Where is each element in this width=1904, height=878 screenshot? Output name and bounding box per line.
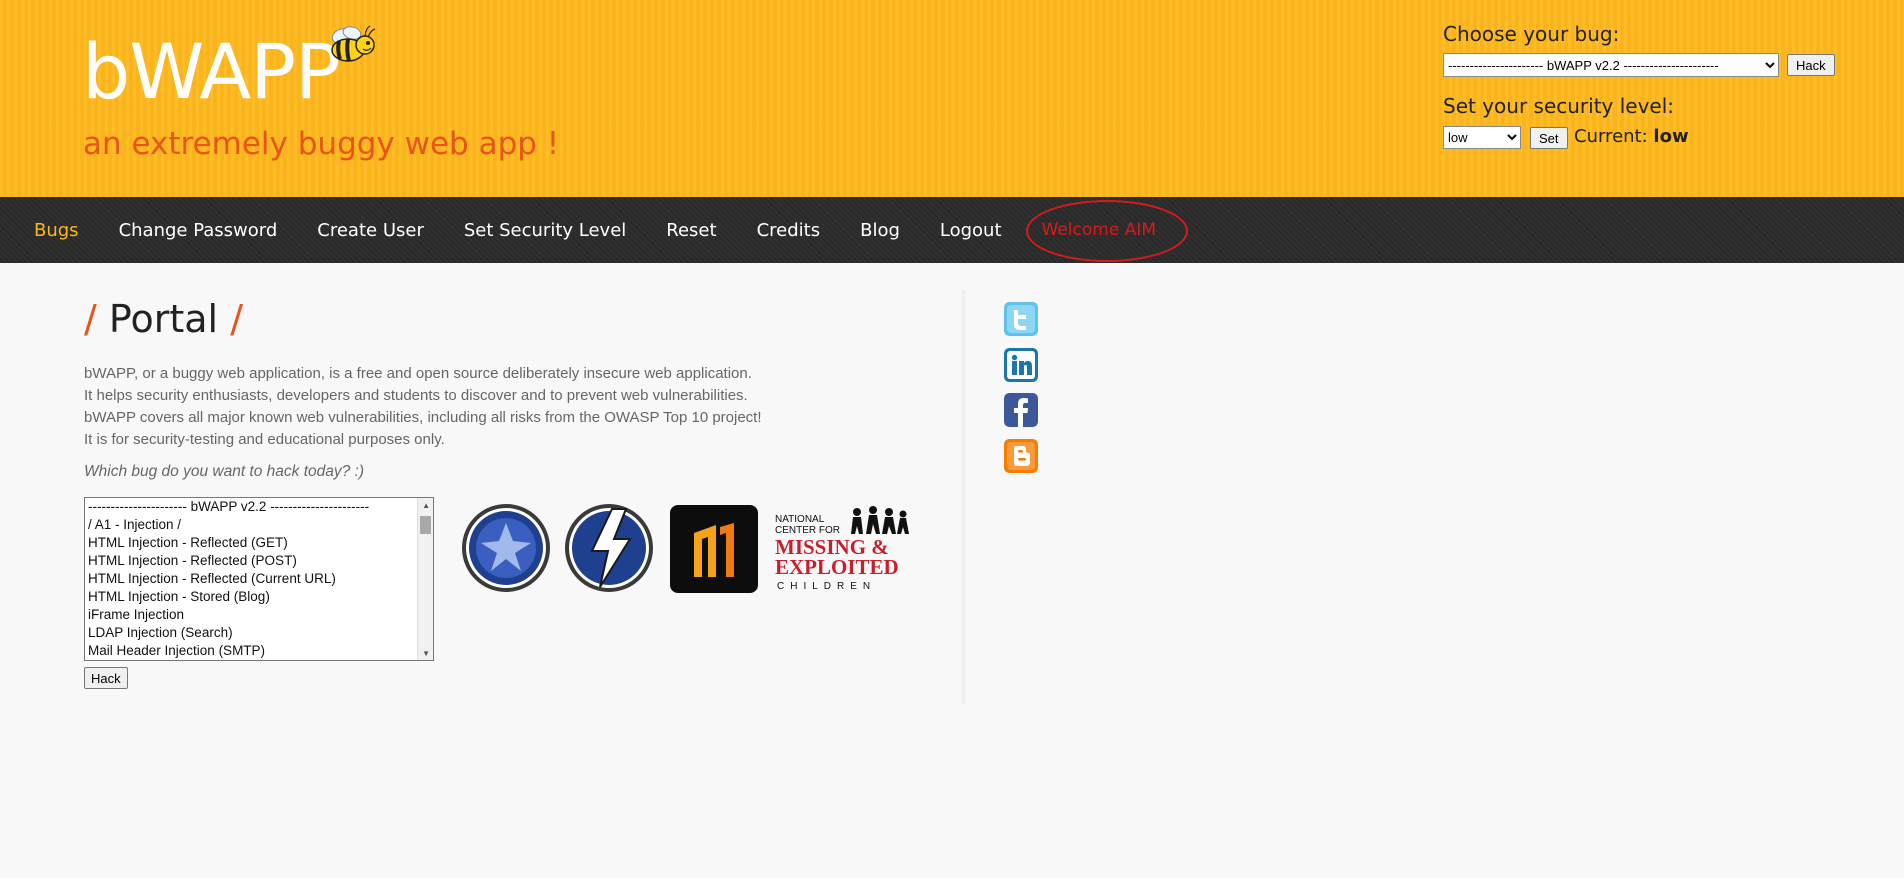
- twitter-icon[interactable]: [1004, 302, 1038, 336]
- bug-listbox[interactable]: ---------------------- bWAPP v2.2 ------…: [84, 497, 434, 661]
- ncmec-logo-icon[interactable]: NATIONAL CENTER FOR MISSING & EXPLOITED …: [775, 502, 919, 594]
- app-logo[interactable]: bWAPP: [82, 34, 341, 110]
- bee-icon: [331, 25, 376, 62]
- choose-bug-label: Choose your bug:: [1443, 22, 1620, 46]
- linkedin-icon[interactable]: [1004, 348, 1038, 382]
- bug-option[interactable]: / A1 - Injection /: [85, 516, 433, 534]
- facebook-icon[interactable]: [1004, 393, 1038, 427]
- ncmec-line4: EXPLOITED: [775, 555, 899, 579]
- bug-option[interactable]: HTML Injection - Stored (Blog): [85, 588, 433, 606]
- page-title: / Portal /: [84, 297, 964, 341]
- ncmec-line5: CHILDREN: [777, 581, 876, 592]
- nav-item-bugs[interactable]: Bugs: [34, 220, 79, 241]
- intro-line: bWAPP, or a buggy web application, is a …: [84, 365, 752, 382]
- listbox-scrollbar[interactable]: ▲ ▼: [417, 498, 433, 660]
- main-nav: Bugs Change Password Create User Set Sec…: [0, 197, 1904, 263]
- current-level-value: low: [1653, 126, 1689, 147]
- welcome-wrapper: Welcome AIM: [1025, 200, 1196, 262]
- tagline: an extremely buggy web app !: [83, 126, 560, 162]
- nav-item-change-password[interactable]: Change Password: [119, 220, 278, 241]
- bug-select[interactable]: ---------------------- bWAPP v2.2 ------…: [1443, 53, 1779, 77]
- nav-item-create-user[interactable]: Create User: [317, 220, 424, 241]
- nav-item-set-security-level[interactable]: Set Security Level: [464, 220, 626, 241]
- title-slash-right: /: [230, 297, 243, 341]
- bug-option[interactable]: HTML Injection - Reflected (GET): [85, 534, 433, 552]
- nav-item-blog[interactable]: Blog: [860, 220, 900, 241]
- bug-option[interactable]: LDAP Injection (Search): [85, 624, 433, 642]
- nav-item-logout[interactable]: Logout: [940, 220, 1002, 241]
- security-level-select[interactable]: low: [1443, 126, 1521, 149]
- bug-option[interactable]: iFrame Injection: [85, 606, 433, 624]
- title-text: Portal: [108, 297, 219, 341]
- hack-button[interactable]: Hack: [84, 667, 128, 689]
- set-security-button[interactable]: Set: [1530, 127, 1568, 149]
- intro-line: It is for security-testing and education…: [84, 431, 445, 448]
- blogger-icon[interactable]: [1004, 439, 1038, 473]
- scroll-up-icon[interactable]: ▲: [422, 501, 430, 510]
- bug-option[interactable]: Mail Header Injection (SMTP): [85, 642, 433, 660]
- bug-option[interactable]: HTML Injection - Reflected (Current URL): [85, 570, 433, 588]
- bug-option[interactable]: ---------------------- bWAPP v2.2 ------…: [85, 498, 433, 516]
- welcome-annotation-circle: [1025, 200, 1188, 262]
- lightning-logo-icon[interactable]: [564, 503, 654, 593]
- scroll-thumb[interactable]: [420, 516, 431, 534]
- current-level: Current: low: [1574, 126, 1689, 147]
- ncmec-line1: NATIONAL: [775, 514, 825, 525]
- security-level-label: Set your security level:: [1443, 94, 1675, 118]
- nav-item-reset[interactable]: Reset: [666, 220, 716, 241]
- hack-button-top[interactable]: Hack: [1787, 54, 1835, 76]
- current-level-label: Current:: [1574, 126, 1648, 147]
- mme-logo-icon[interactable]: [670, 505, 758, 593]
- portal-content: / Portal / bWAPP, or a buggy web applica…: [84, 297, 964, 689]
- owasp-logo-icon[interactable]: [461, 503, 551, 593]
- nav-item-credits[interactable]: Credits: [757, 220, 821, 241]
- header: bWAPP an extremely buggy web app ! Choos…: [0, 0, 1904, 197]
- intro-line: bWAPP covers all major known web vulnera…: [84, 409, 762, 426]
- hack-question: Which bug do you want to hack today? :): [84, 463, 365, 480]
- scroll-down-icon[interactable]: ▼: [422, 649, 430, 658]
- intro-line: It helps security enthusiasts, developer…: [84, 387, 748, 404]
- intro-text: bWAPP, or a buggy web application, is a …: [84, 363, 964, 451]
- bug-option[interactable]: HTML Injection - Reflected (POST): [85, 552, 433, 570]
- content-divider: [962, 290, 967, 704]
- title-slash-left: /: [84, 297, 97, 341]
